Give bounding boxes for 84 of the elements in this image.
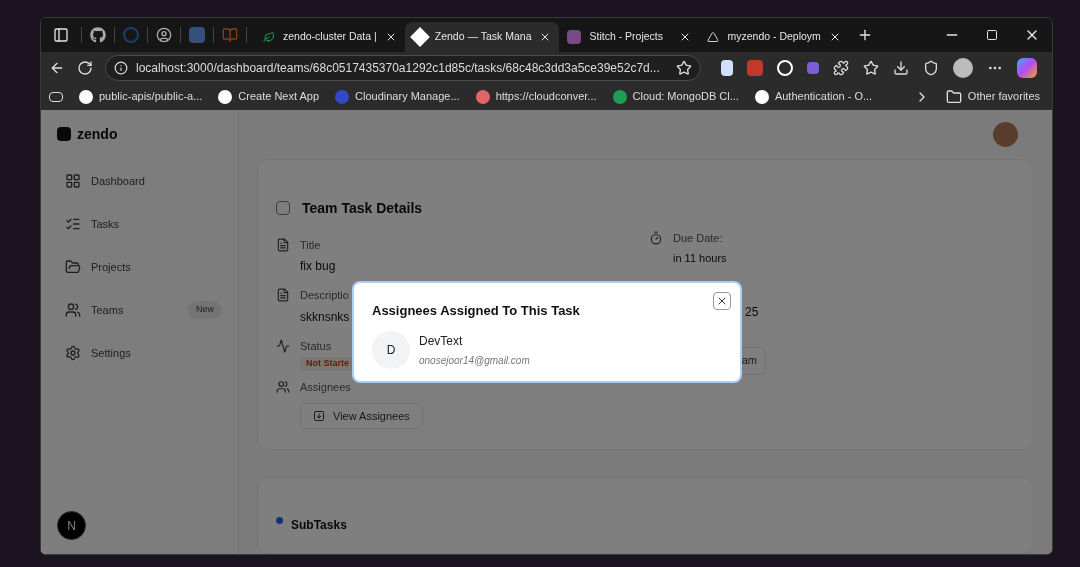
extension-icon[interactable] xyxy=(721,59,733,76)
bookmark[interactable]: Create Next App xyxy=(218,88,320,105)
document-icon xyxy=(276,288,290,303)
modal-backdrop[interactable] xyxy=(41,110,1052,554)
extensions-icon[interactable] xyxy=(833,59,849,76)
dialog-title: Assignees Assigned To This Task xyxy=(372,302,581,320)
close-icon xyxy=(716,295,728,307)
section-title: SubTasks xyxy=(291,516,347,534)
close-button[interactable] xyxy=(713,292,731,310)
field-value: fix bug xyxy=(300,258,336,276)
tab-title: Zendo — Task Mana xyxy=(434,29,532,45)
bookmark-favicon xyxy=(79,89,93,104)
download-icon[interactable] xyxy=(893,59,909,76)
assignee-email: onosejoor14@gmail.com xyxy=(419,353,530,368)
logo-text: zendo xyxy=(77,124,118,144)
tab-title: myzendo - Deploym xyxy=(727,29,821,45)
field-label: Status xyxy=(300,338,332,354)
assignee-name: DevText xyxy=(419,332,464,350)
extension-icon[interactable] xyxy=(777,59,793,76)
maximize-icon[interactable] xyxy=(986,29,998,41)
reload-icon[interactable] xyxy=(77,59,93,76)
bookmark[interactable]: Authentication - O... xyxy=(754,88,873,105)
bookmark[interactable]: https://cloudconver... xyxy=(475,88,597,105)
new-badge: New xyxy=(188,301,222,319)
folder-icon xyxy=(945,88,962,105)
shield-icon[interactable] xyxy=(923,59,939,76)
field-label: Descriptio xyxy=(300,288,350,304)
field-value: in 11 hours xyxy=(673,251,727,267)
browser-tab[interactable]: Zendo — Task Mana xyxy=(404,22,560,52)
bookmark[interactable]: Cloud: MongoDB Cl... xyxy=(612,88,739,105)
bookmark-favicon xyxy=(754,89,769,104)
dev-indicator[interactable]: N xyxy=(57,511,86,540)
bullet-icon xyxy=(276,516,283,524)
users-icon xyxy=(65,302,81,318)
bookmark-favicon xyxy=(475,89,490,104)
tab-title: Stitch - Projects xyxy=(589,29,664,45)
bookmark[interactable]: Cloudinary Manage... xyxy=(335,88,460,105)
inbox-icon xyxy=(313,410,325,423)
field-label: Assignees xyxy=(300,379,351,395)
bookmark[interactable]: public-apis/public-a... xyxy=(79,88,203,105)
address-bar[interactable]: localhost:3000/dashboard/teams/68c0517435370a1292c1d85c/tasks/68c48c3dd3a5ce39e52c7d... xyxy=(105,54,701,81)
activity-icon xyxy=(276,338,290,353)
bookmark-favicon xyxy=(335,89,350,104)
checkbox[interactable] xyxy=(276,201,290,216)
field-value: 25 xyxy=(745,303,760,321)
copilot-icon[interactable] xyxy=(1017,57,1037,78)
sidebar-icon[interactable] xyxy=(53,27,69,43)
reading-list-icon[interactable] xyxy=(49,91,63,102)
bookmark-folder[interactable]: Other favorites xyxy=(945,88,1044,105)
sidebar-item[interactable]: Teams New xyxy=(65,298,222,322)
triangle-icon xyxy=(707,31,720,43)
profile-icon[interactable] xyxy=(953,57,973,78)
status-badge: Not Starte xyxy=(300,357,355,371)
url-text: localhost:3000/dashboard/teams/68c0517435370a1292c1d85c/tasks/68c48c3dd3a5ce39e52c7d... xyxy=(136,59,661,77)
checklist-icon xyxy=(65,216,81,232)
logo-icon xyxy=(57,127,71,141)
grid-icon xyxy=(65,173,81,189)
card-title: Team Task Details xyxy=(302,198,423,218)
leaf-icon xyxy=(263,31,275,43)
settings-icon xyxy=(65,345,81,361)
field-label: Title xyxy=(300,237,322,253)
users-icon xyxy=(276,379,290,394)
bookmark-favicon xyxy=(612,89,627,104)
github-icon[interactable] xyxy=(90,27,106,43)
folder-icon xyxy=(65,259,81,275)
browser-tab[interactable]: Stitch - Projects xyxy=(559,22,700,52)
sidebar-item[interactable]: Settings xyxy=(65,341,222,365)
field-label: Due Date: xyxy=(673,230,724,246)
timer-icon xyxy=(649,230,663,245)
info-icon[interactable] xyxy=(114,60,128,75)
browser-tab[interactable]: zendo-cluster Data | xyxy=(255,22,405,52)
avatar-icon[interactable] xyxy=(156,27,172,43)
avatar: D xyxy=(372,330,410,369)
favorite-icon[interactable] xyxy=(676,59,692,76)
view-assignees-button[interactable]: View Assignees xyxy=(300,403,423,430)
field-value: skknsnks xyxy=(300,308,350,326)
sidebar-item[interactable]: Tasks xyxy=(65,212,222,236)
sidebar-item[interactable]: Projects xyxy=(65,255,222,279)
browser-tab[interactable]: myzendo - Deploym xyxy=(699,22,849,52)
favorites-icon[interactable] xyxy=(863,59,879,76)
tab-title: zendo-cluster Data | xyxy=(283,29,377,45)
sidebar-item[interactable]: Dashboard xyxy=(65,169,222,193)
bookmark-favicon xyxy=(218,89,233,104)
document-icon xyxy=(276,237,290,252)
